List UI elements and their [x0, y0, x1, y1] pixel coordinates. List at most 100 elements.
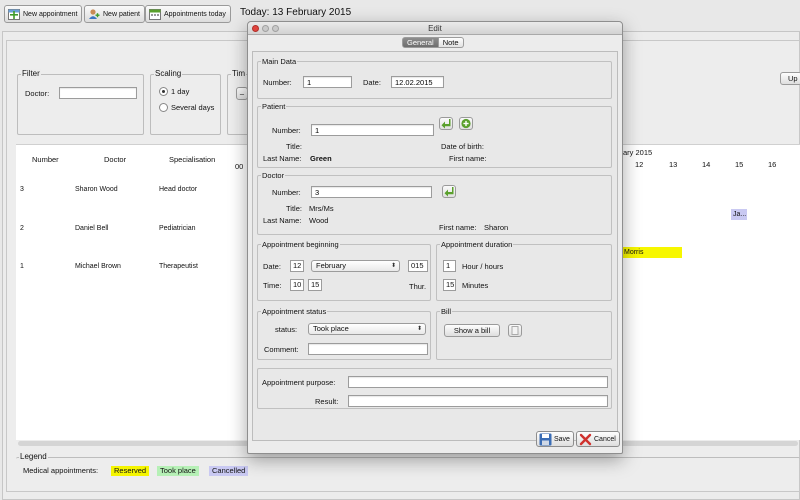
dialog-titlebar[interactable]: Edit: [248, 22, 622, 35]
month-select[interactable]: February ⬍: [311, 260, 400, 272]
duration-minutes-field[interactable]: 15: [443, 279, 456, 291]
hour-header-13: 13: [669, 160, 678, 169]
duration-minutes-label: Minutes: [462, 281, 489, 290]
comment-input[interactable]: [308, 343, 428, 355]
row-number: 2: [20, 225, 24, 232]
arrow-down-left-icon: [444, 187, 454, 197]
appointment-block[interactable]: Morris: [622, 247, 682, 258]
plus-circle-icon: [461, 118, 471, 129]
legend-label: Medical appointments:: [23, 466, 99, 475]
begin-time-label: Time:: [263, 281, 282, 290]
save-button[interactable]: Save: [536, 431, 574, 447]
hour-header-14: 14: [702, 160, 711, 169]
patient-title-label: Title:: [286, 142, 302, 151]
result-input[interactable]: [348, 395, 608, 407]
document-icon: [511, 326, 519, 335]
row-specialisation: Pediatrician: [159, 225, 196, 232]
appointments-today-button[interactable]: Appointments today: [145, 5, 231, 23]
scaling-group: Scaling 1 day Several days: [150, 69, 221, 135]
hour-header-12: 12: [635, 160, 644, 169]
patient-lastname-label: Last Name:: [263, 154, 302, 163]
patient-section: Patient Number: Title: Date of birth: La…: [257, 102, 612, 168]
filter-group: Filter Doctor:: [17, 69, 144, 135]
beginning-title: Appointment beginning: [261, 240, 340, 249]
appointment-beginning-section: Appointment beginning Date: 12 February …: [257, 240, 431, 301]
dob-label: Date of birth:: [441, 142, 484, 151]
main-data-section: Main Data Number: Date:: [257, 57, 612, 99]
scaling-title: Scaling: [154, 69, 183, 78]
status-select[interactable]: Took place ⬍: [308, 323, 426, 335]
time-title: Tim: [231, 69, 247, 78]
doctor-filter-input[interactable]: [59, 87, 137, 99]
doctor-number-input[interactable]: [311, 186, 432, 198]
status-title: Appointment status: [261, 307, 328, 316]
new-appointment-button[interactable]: New appointment: [4, 5, 83, 23]
doctor-header: Doctor: [104, 155, 127, 164]
legend-title: Legend: [19, 452, 48, 461]
appointments-today-label: Appointments today: [164, 10, 226, 18]
patient-select-button[interactable]: [439, 117, 453, 130]
row-doctor: Michael Brown: [75, 263, 121, 270]
bill-section: Bill Show a bill: [436, 307, 612, 360]
doctor-title-value: Mrs/Ms: [309, 204, 334, 213]
hour-header-16: 16: [768, 160, 777, 169]
chevron-updown-icon: ⬍: [390, 263, 396, 269]
minute-field[interactable]: 15: [308, 279, 322, 291]
patient-firstname-label: First name:: [449, 154, 487, 163]
year-field[interactable]: 015: [408, 260, 428, 272]
cancel-button[interactable]: Cancel: [576, 431, 620, 447]
appointment-duration-section: Appointment duration 1 Hour / hours 15 M…: [436, 240, 612, 301]
purpose-input[interactable]: [348, 376, 608, 388]
show-bill-button[interactable]: Show a bill: [444, 324, 500, 337]
date-label: Date:: [363, 78, 381, 87]
tab-general[interactable]: General: [402, 37, 439, 48]
edit-dialog: Edit General Note Main Data Number: Date…: [247, 21, 623, 454]
comment-label: Comment:: [264, 345, 299, 354]
cancel-label: Cancel: [594, 435, 616, 443]
weekday-label: Thur.: [409, 282, 427, 291]
doctor-firstname-label: First name:: [439, 223, 477, 232]
one-day-label: 1 day: [171, 87, 190, 96]
tab-note[interactable]: Note: [438, 37, 464, 48]
main-data-title: Main Data: [261, 57, 298, 66]
row-doctor: Sharon Wood: [75, 186, 118, 193]
calendar-add-icon: [8, 8, 20, 20]
row-number: 1: [20, 263, 24, 270]
duration-title: Appointment duration: [440, 240, 514, 249]
new-appointment-label: New appointment: [23, 10, 78, 18]
add-patient-button[interactable]: [459, 117, 473, 130]
specialisation-header: Specialisation: [169, 155, 216, 164]
number-header: Number: [32, 155, 59, 164]
appointment-status-section: Appointment status status: Took place ⬍ …: [257, 307, 431, 360]
patient-lastname-value: Green: [310, 154, 332, 163]
legend-took-place: Took place: [157, 466, 199, 476]
row-doctor: Daniel Bell: [75, 225, 109, 232]
status-label: status:: [275, 325, 298, 334]
main-number-input[interactable]: [303, 76, 352, 88]
doctor-select-button[interactable]: [442, 185, 456, 198]
duration-hours-field[interactable]: 1: [443, 260, 456, 272]
bill-print-button[interactable]: [508, 324, 522, 337]
several-days-label: Several days: [171, 103, 215, 112]
result-label: Result:: [315, 397, 339, 406]
new-patient-button[interactable]: New patient: [84, 5, 145, 23]
today-label: Today: 13 February 2015: [240, 7, 352, 18]
status-value: Took place: [313, 324, 349, 333]
several-days-radio[interactable]: [159, 103, 168, 112]
day-field[interactable]: 12: [290, 260, 304, 272]
date-input[interactable]: [391, 76, 444, 88]
dialog-title: Edit: [428, 24, 442, 33]
dialog-tabs: General Note: [402, 37, 464, 48]
time-group: Tim –: [227, 69, 249, 135]
one-day-radio[interactable]: [159, 87, 168, 96]
month-value: February: [316, 261, 347, 270]
hour-header-15: 15: [735, 160, 744, 169]
hour-field[interactable]: 10: [290, 279, 304, 291]
patient-number-input[interactable]: [311, 124, 434, 136]
row-number: 3: [20, 186, 24, 193]
update-button[interactable]: Up: [780, 72, 800, 85]
row-specialisation: Therapeutist: [159, 263, 198, 270]
chevron-updown-icon: ⬍: [416, 326, 422, 332]
row-specialisation: Head doctor: [159, 186, 198, 193]
appointment-block[interactable]: Ja...: [731, 209, 747, 220]
